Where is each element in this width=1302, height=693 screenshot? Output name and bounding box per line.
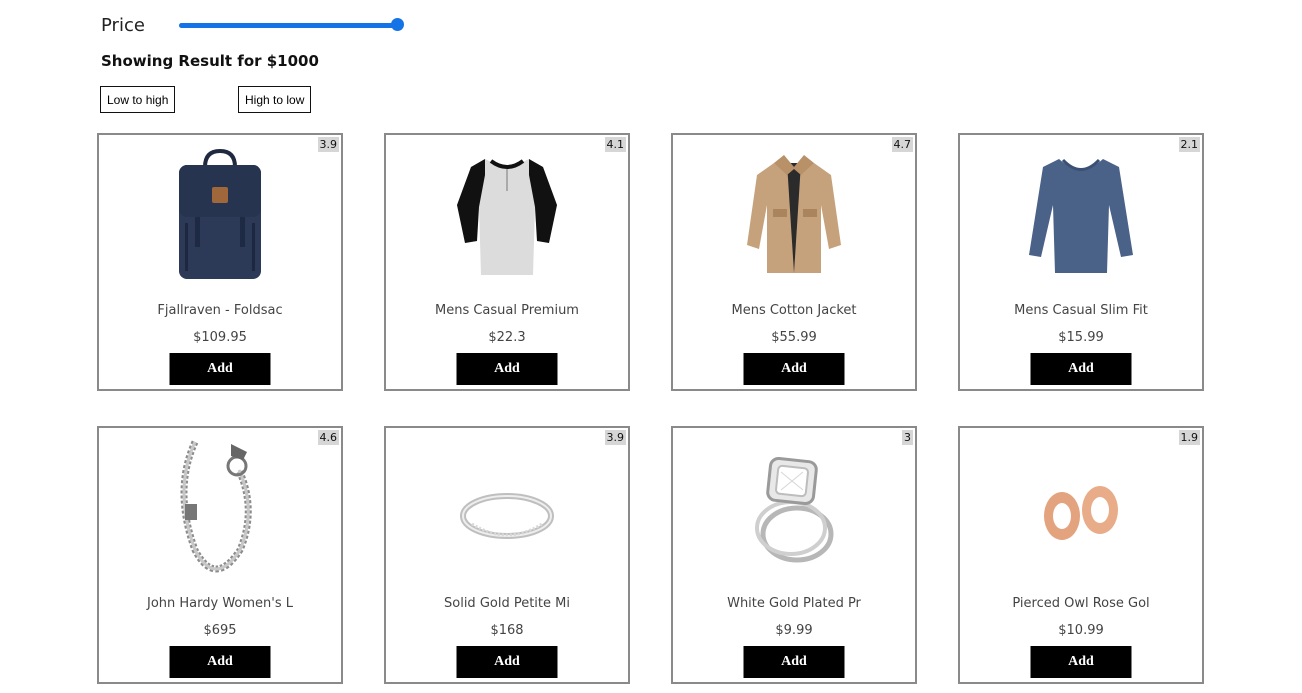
product-card: 4.1 Mens Casual Premium $22.3 Add (384, 133, 630, 391)
product-card: 3.9 Fjallraven - Foldsac $109.95 Add (97, 133, 343, 391)
product-name: Solid Gold Petite Mi (444, 596, 570, 611)
add-to-cart-button[interactable]: Add (169, 646, 271, 678)
rating-badge: 4.1 (604, 137, 626, 152)
rating-badge: 3.9 (604, 430, 626, 445)
price-filter: Price (101, 12, 404, 38)
product-card: 4.6 John Hardy Women's L $695 Add (97, 426, 343, 684)
price-slider-fill (179, 23, 397, 28)
product-price: $22.3 (488, 330, 526, 345)
add-to-cart-button[interactable]: Add (743, 353, 845, 385)
bracelet-image (150, 430, 290, 586)
add-to-cart-button[interactable]: Add (169, 353, 271, 385)
product-name: White Gold Plated Pr (727, 596, 861, 611)
add-to-cart-button[interactable]: Add (1030, 646, 1132, 678)
backpack-image (150, 145, 290, 285)
product-card: 4.7 Mens Cotton Jacket $55.99 Add (671, 133, 917, 391)
rating-badge: 4.6 (317, 430, 339, 445)
sort-low-to-high-button[interactable]: Low to high (100, 86, 176, 113)
product-card: 2.1 Mens Casual Slim Fit $15.99 Add (958, 133, 1204, 391)
price-slider-thumb[interactable] (391, 18, 404, 31)
product-name: Mens Casual Slim Fit (1014, 303, 1148, 318)
price-slider[interactable] (179, 17, 404, 33)
rose-gold-plugs-image (1011, 438, 1151, 578)
rating-badge: 3 (902, 430, 913, 445)
add-to-cart-button[interactable]: Add (1030, 353, 1132, 385)
add-to-cart-button[interactable]: Add (456, 353, 558, 385)
result-title: Showing Result for $1000 (101, 52, 319, 70)
product-price: $9.99 (775, 623, 813, 638)
product-name: Fjallraven - Foldsac (157, 303, 283, 318)
product-price: $55.99 (771, 330, 817, 345)
product-price: $168 (490, 623, 524, 638)
product-name: Pierced Owl Rose Gol (1012, 596, 1150, 611)
product-card: 3.9 Solid Gold Petite Mi $168 Add (384, 426, 630, 684)
ring-image (437, 438, 577, 578)
rating-badge: 3.9 (317, 137, 339, 152)
jacket-image (724, 145, 864, 285)
raglan-tshirt-image (437, 145, 577, 285)
product-name: John Hardy Women's L (146, 596, 293, 611)
product-grid: 3.9 Fjallraven - Foldsac $109.95 Add 4.1 (97, 133, 1207, 693)
price-label: Price (101, 14, 145, 36)
product-card: 1.9 Pierced Owl Rose Gol $10.99 Add (958, 426, 1204, 684)
product-price: $695 (203, 623, 237, 638)
rating-badge: 2.1 (1178, 137, 1200, 152)
product-card: 3 White Gold Plated Pr $9.99 Add (671, 426, 917, 684)
product-price: $10.99 (1058, 623, 1104, 638)
add-to-cart-button[interactable]: Add (743, 646, 845, 678)
product-name: Mens Casual Premium (435, 303, 579, 318)
product-price: $15.99 (1058, 330, 1104, 345)
diamond-ring-image (724, 438, 864, 578)
sort-high-to-low-button[interactable]: High to low (238, 86, 312, 113)
add-to-cart-button[interactable]: Add (456, 646, 558, 678)
rating-badge: 4.7 (891, 137, 913, 152)
product-name: Mens Cotton Jacket (731, 303, 857, 318)
longsleeve-shirt-image (1011, 145, 1151, 285)
product-price: $109.95 (193, 330, 247, 345)
rating-badge: 1.9 (1178, 430, 1200, 445)
